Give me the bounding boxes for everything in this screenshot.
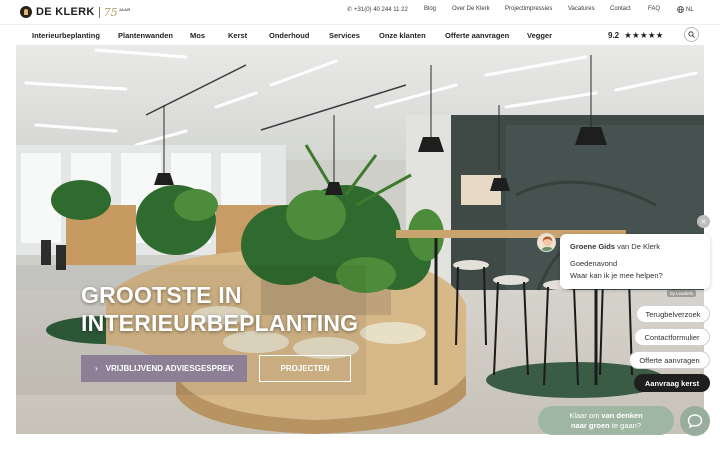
chat-message: Groene Gids van De Klerk Goedenavond Waa… [560,234,710,289]
chat-prompt-line-2: naar groen te gaan? [538,421,674,431]
language-switch[interactable]: NL [677,6,694,13]
chat-close-button[interactable]: ✕ [697,215,710,228]
chat-greeting: Goedenavond [570,259,618,268]
review-rating[interactable]: 9.2 ★★★★★ [608,30,664,41]
chevron-right-icon: › [95,364,98,373]
nav-item-kerst[interactable]: Kerst [228,31,247,40]
nav-jobs[interactable]: Vacatures [568,6,595,12]
top-bar: DE KLERK 75 JAAR ✆ +31(0) 40 244 11 22 B… [0,0,720,24]
chat-option-aanvraag-kerst[interactable]: Aanvraag kerst [634,374,710,392]
logo-mark-icon [20,6,32,18]
globe-icon [677,6,684,13]
logo-anniversary-unit: JAAR [118,6,131,12]
logo-text: DE KLERK [36,6,95,18]
advice-call-button[interactable]: › VRIJBLIJVEND ADVIESGESPREK [81,355,247,382]
chat-option-contactformulier[interactable]: Contactformulier [634,328,710,346]
chat-agent-org: van De Klerk [617,242,661,251]
phone-number: +31(0) 40 244 11 22 [354,6,408,13]
nav-contact[interactable]: Contact [610,6,631,12]
hero-title: GROOTSTE IN INTERIEURBEPLANTING [81,281,358,337]
chat-prompt-text-2: te gaan? [611,421,642,430]
nav-item-onderhoud[interactable]: Onderhoud [269,31,309,40]
chat-option-offerte-aanvragen[interactable]: Offerte aanvragen [629,351,710,369]
language-label: NL [686,6,694,13]
nav-blog[interactable]: Blog [424,6,436,12]
hero-title-line-1: GROOTSTE IN [81,282,242,308]
nav-item-mos[interactable]: Mos [190,31,205,40]
close-icon: ✕ [700,218,707,226]
chat-question: Waar kan ik je mee helpen? [570,271,663,280]
rating-stars-icon: ★★★★★ [624,30,664,40]
nav-item-onze-klanten[interactable]: Onze klanten [379,31,426,40]
nav-faq[interactable]: FAQ [648,6,660,12]
hero-title-line-2: INTERIEURBEPLANTING [81,310,359,336]
chat-launcher-button[interactable] [680,406,710,436]
nav-item-plantenwanden[interactable]: Plantenwanden [118,31,173,40]
chat-agent-avatar [537,233,556,252]
chat-option-terugbelverzoek[interactable]: Terugbelverzoek [636,305,710,323]
phone-icon: ✆ [347,7,353,13]
nav-item-interieurbeplanting[interactable]: Interieurbeplanting [32,31,100,40]
chat-prompt-bold-1: van denken [601,411,643,420]
logo-divider [98,6,100,18]
nav-item-offerte-aanvragen[interactable]: Offerte aanvragen [445,31,509,40]
chat-icon [687,414,703,429]
main-nav: Interieurbeplanting Plantenwanden Mos Ke… [0,24,720,45]
advice-call-label: VRIJBLIJVEND ADVIESGESPREK [105,364,234,373]
powered-by[interactable]: by Leadinfo [667,290,697,297]
nav-about[interactable]: Over De Klerk [452,6,490,12]
logo[interactable]: DE KLERK 75 JAAR [20,5,130,19]
logo-anniversary: 75 [103,5,118,19]
chat-agent-name: Groene Gids [570,242,616,251]
chat-prompt-text-1: Klaar om [569,411,600,420]
search-icon [688,31,695,38]
nav-projects[interactable]: Projectimpressies [505,6,552,12]
chat-prompt-line-1: Klaar om van denken [538,411,674,421]
phone-link[interactable]: ✆ +31(0) 40 244 11 22 [347,6,408,14]
rating-score: 9.2 [608,31,620,40]
chat-prompt-bold-2: naar groen [570,421,610,430]
projects-button[interactable]: PROJECTEN [259,355,351,382]
nav-item-vegger[interactable]: Vegger [527,31,552,40]
search-button[interactable] [684,27,699,42]
chat-prompt-pill[interactable]: Klaar om van denken naar groen te gaan? [538,406,674,435]
chat-sender: Groene Gids van De Klerk [570,242,700,251]
nav-item-services[interactable]: Services [329,31,360,40]
